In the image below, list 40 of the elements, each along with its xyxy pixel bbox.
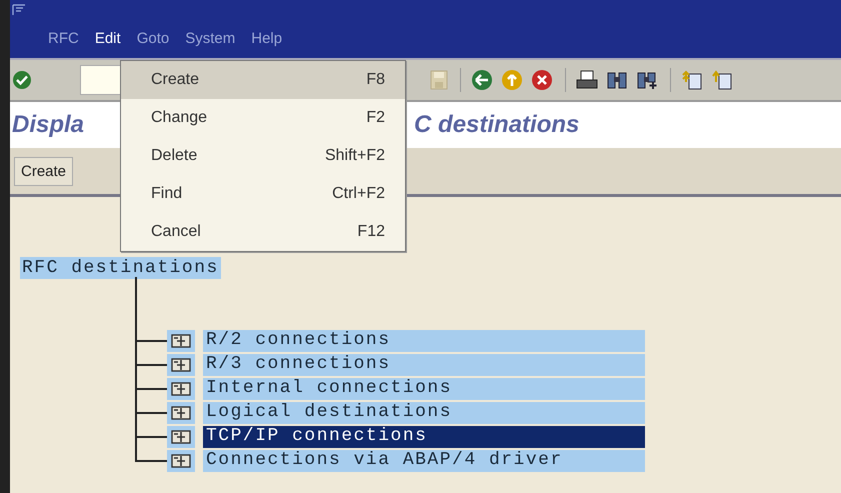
menu-entry-label: Delete bbox=[151, 147, 198, 165]
first-page-icon[interactable] bbox=[681, 70, 703, 90]
menu-entry[interactable]: Create F8 bbox=[121, 61, 405, 99]
cancel-icon[interactable] bbox=[531, 69, 553, 91]
print-icon[interactable] bbox=[576, 70, 598, 90]
tree-node[interactable]: TCP/IP connections bbox=[203, 426, 645, 448]
menu-entry[interactable]: Delete Shift+F2 bbox=[121, 137, 405, 175]
binoculars-icon[interactable] bbox=[606, 70, 628, 90]
back-icon[interactable] bbox=[471, 69, 493, 91]
menu-entry-label: Change bbox=[151, 109, 208, 127]
expand-folder-icon[interactable] bbox=[167, 354, 195, 376]
expand-folder-icon[interactable] bbox=[167, 330, 195, 352]
shortcut-text: F8 bbox=[366, 71, 385, 89]
menu-item[interactable]: RFC bbox=[48, 30, 79, 47]
menu-entry[interactable]: Change F2 bbox=[121, 99, 405, 137]
expand-folder-icon[interactable] bbox=[167, 450, 195, 472]
menu-entry-label: Find bbox=[151, 185, 182, 203]
menu-item[interactable]: Edit bbox=[94, 30, 121, 47]
menu-item[interactable]: Help bbox=[251, 30, 282, 47]
screen-title: C destinations bbox=[413, 111, 580, 139]
shortcut-text: Shift+F2 bbox=[324, 147, 385, 165]
expand-folder-icon[interactable] bbox=[167, 402, 195, 424]
shortcut-text: Ctrl+F2 bbox=[332, 185, 385, 203]
expand-folder-icon[interactable] bbox=[167, 426, 195, 448]
menu-entry-label: Create bbox=[151, 71, 200, 89]
menu-item[interactable]: Goto bbox=[136, 30, 170, 47]
menu-entry[interactable]: Cancel F12 bbox=[121, 213, 405, 251]
expand-folder-icon[interactable] bbox=[167, 378, 195, 400]
binoculars-plus-icon[interactable] bbox=[636, 70, 658, 90]
tree-node[interactable]: RFC destinations bbox=[20, 257, 221, 279]
create-button[interactable]: Create bbox=[14, 156, 74, 186]
menu-entry-label: Cancel bbox=[151, 223, 201, 241]
previous-page-icon[interactable] bbox=[711, 70, 733, 90]
screen-title: Displa bbox=[11, 111, 84, 139]
shortcut-text: F12 bbox=[357, 223, 385, 241]
enter-icon[interactable] bbox=[12, 70, 32, 90]
menu-item[interactable]: System bbox=[185, 30, 236, 47]
menu-entry[interactable]: Find Ctrl+F2 bbox=[121, 175, 405, 213]
window-icon[interactable] bbox=[12, 4, 26, 16]
shortcut-text: F2 bbox=[366, 109, 385, 127]
